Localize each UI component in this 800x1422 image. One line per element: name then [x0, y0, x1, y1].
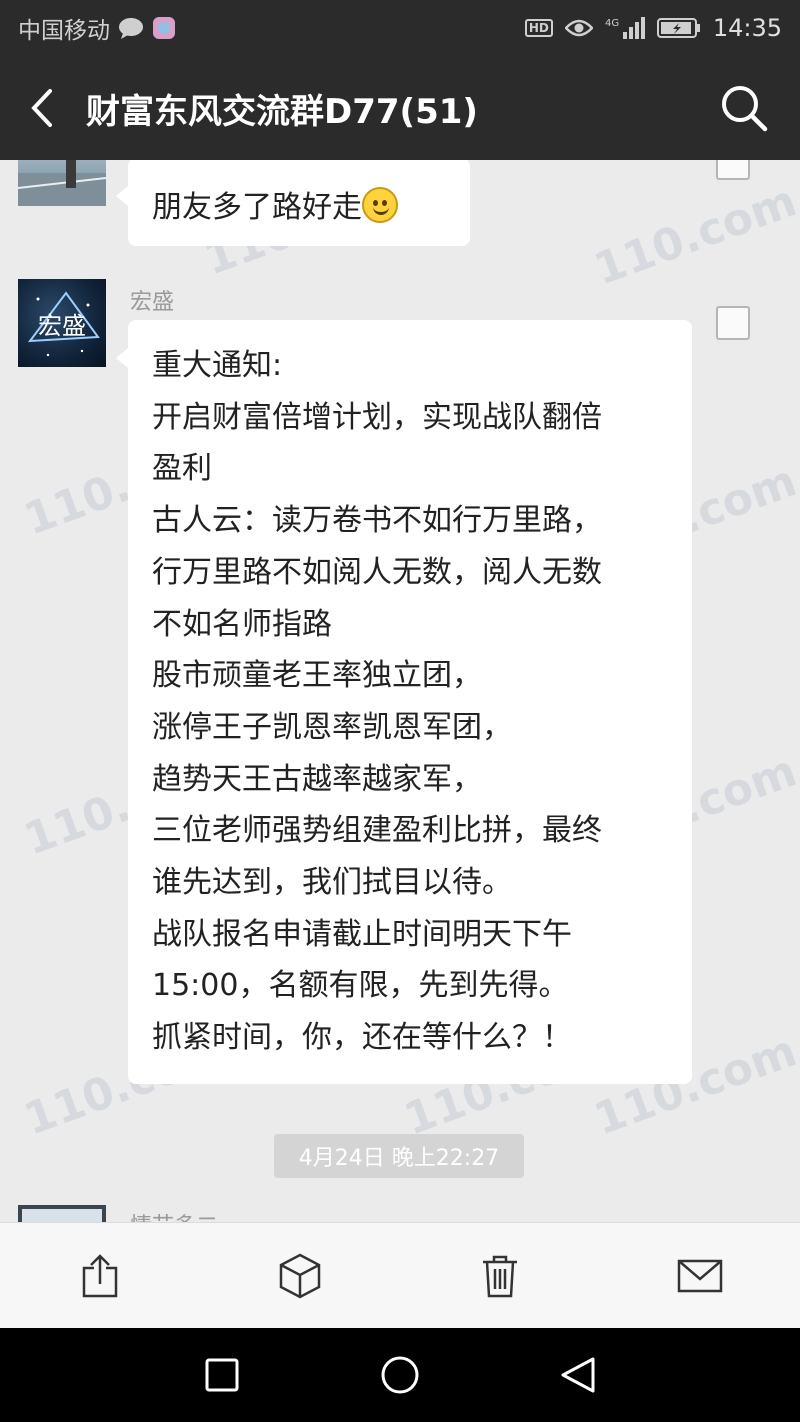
delete-button[interactable]: [460, 1236, 540, 1316]
search-icon: [722, 86, 768, 132]
circle-icon: [381, 1356, 419, 1394]
chat-bubble-icon: [118, 17, 144, 39]
avatar[interactable]: [18, 1205, 106, 1222]
avatar[interactable]: [18, 160, 106, 206]
back-button[interactable]: [0, 56, 86, 160]
box-icon: [279, 1253, 321, 1298]
message-line: 抓紧时间，你，还在等什么？！: [152, 1020, 572, 1056]
message-line: 战队报名申请截止时间明天下午: [152, 916, 572, 952]
home-button[interactable]: [378, 1353, 422, 1397]
hd-badge: HD: [524, 19, 553, 37]
message-select-checkbox[interactable]: [716, 160, 750, 180]
multi-select-action-bar: [0, 1222, 800, 1328]
status-bar: 中国移动 HD 4G 14:35: [0, 0, 800, 56]
search-button[interactable]: [718, 82, 770, 134]
signal-icon: 4G: [605, 16, 645, 40]
message-line: 古人云：读万卷书不如行万里路，: [152, 503, 602, 539]
share-icon: [82, 1253, 118, 1297]
message-line: 涨停王子凯恩率凯恩军团，: [152, 709, 512, 745]
message-text: 朋友多了路好走: [152, 190, 362, 225]
message-line: 三位老师强势组建盈利比拼，最终: [152, 813, 602, 849]
eye-icon: [564, 18, 593, 38]
message-line: 谁先达到，我们拭目以待。: [152, 865, 512, 901]
message-bubble[interactable]: 重大通知: 开启财富倍增计划，实现战队翻倍 盈利 古人云：读万卷书不如行万里路，…: [116, 320, 692, 1084]
square-icon: [205, 1358, 239, 1392]
mail-icon: [677, 1259, 723, 1292]
chat-title: 财富东风交流群D77(51): [86, 91, 478, 132]
triangle-back-icon: [561, 1357, 595, 1393]
system-navigation-bar: [0, 1328, 800, 1422]
network-type: 4G: [605, 18, 619, 29]
message-line: 开启财富倍增计划，实现战队翻倍: [152, 399, 602, 435]
status-time: 14:35: [712, 14, 782, 42]
avatar-label: 宏盛: [38, 311, 86, 340]
message-line: 股市顽童老王率独立团，: [152, 658, 482, 694]
app-notification-icon: [152, 16, 176, 40]
trash-icon: [483, 1255, 517, 1297]
watermark: 110.com: [587, 175, 800, 296]
avatar-photo-icon: [22, 1209, 102, 1222]
status-left: 中国移动: [18, 11, 176, 45]
message-line: 行万里路不如阅人无数，阅人无数: [152, 554, 602, 590]
email-button[interactable]: [660, 1236, 740, 1316]
chat-header: 财富东风交流群D77(51): [0, 56, 800, 160]
avatar[interactable]: 宏盛: [18, 279, 106, 367]
status-right: HD 4G 14:35: [524, 14, 782, 42]
carrier-name: 中国移动: [18, 18, 110, 44]
nav-back-button[interactable]: [556, 1353, 600, 1397]
message-bubble[interactable]: 朋友多了路好走: [116, 160, 470, 246]
message-line: 盈利: [152, 451, 212, 487]
message-line: 趋势天王古越率越家军，: [152, 761, 482, 797]
timestamp-badge: 4月24日 晚上22:27: [274, 1134, 524, 1178]
favorite-button[interactable]: [260, 1236, 340, 1316]
battery-icon: [656, 17, 701, 39]
smiley-icon: [362, 187, 398, 223]
recent-apps-button[interactable]: [200, 1353, 244, 1397]
chevron-left-icon: [31, 89, 52, 127]
message-line: 15:00，名额有限，先到先得。: [152, 968, 569, 1004]
sender-name: 情节多二: [130, 1208, 218, 1222]
sender-name: 宏盛: [130, 290, 175, 315]
message-select-checkbox[interactable]: [716, 306, 750, 340]
share-button[interactable]: [60, 1236, 140, 1316]
avatar-photo-icon: [18, 160, 106, 206]
chat-message-list[interactable]: 110.com 110.com 110.com 110.com 110.com …: [0, 160, 800, 1222]
message-line: 重大通知:: [152, 348, 283, 383]
message-line: 不如名师指路: [152, 606, 332, 642]
